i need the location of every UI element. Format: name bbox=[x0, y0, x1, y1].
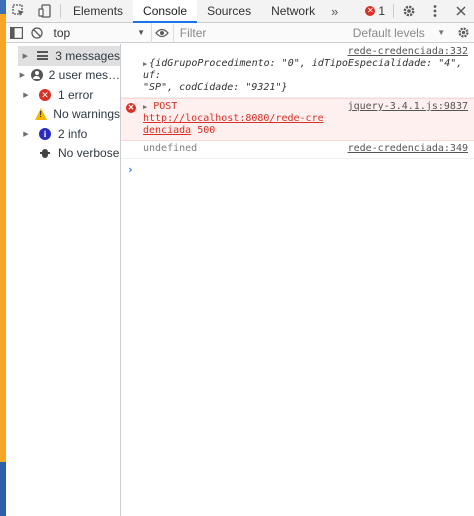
sidebar-item-label: 1 error bbox=[58, 87, 94, 102]
error-icon: ✕ bbox=[365, 6, 376, 16]
error-line-cont: denciada 500 bbox=[143, 125, 468, 137]
tab-sources[interactable]: Sources bbox=[197, 0, 261, 22]
request-method: POST bbox=[153, 101, 178, 112]
sidebar-item-label: 3 messages bbox=[55, 48, 120, 63]
tab-network[interactable]: Network bbox=[261, 0, 325, 22]
console-message-log: rede-credenciada:332 ▶ {idGrupoProcedimen… bbox=[121, 44, 474, 98]
tabbar-divider-right bbox=[393, 4, 394, 18]
console-output: rede-credenciada:332 ▶ {idGrupoProcedimen… bbox=[121, 44, 474, 516]
kebab-menu-icon[interactable] bbox=[422, 0, 448, 22]
devtools-panel: Elements Console Sources Network » ✕ 1 t… bbox=[6, 0, 474, 516]
console-settings-gear-icon[interactable] bbox=[453, 26, 474, 39]
user-icon bbox=[30, 68, 43, 82]
bug-icon bbox=[38, 146, 52, 160]
error-count-label: 1 bbox=[378, 4, 385, 18]
context-value: top bbox=[53, 25, 71, 40]
log-levels-label: Default levels bbox=[352, 25, 425, 40]
console-prompt[interactable]: › bbox=[121, 159, 474, 180]
log-levels-dropdown[interactable]: Default levels ▼ bbox=[341, 23, 453, 43]
object-preview-line2: "SP", codCidade: "9321"} bbox=[143, 82, 288, 93]
devtools-tabbar: Elements Console Sources Network » ✕ 1 bbox=[6, 0, 474, 23]
expand-arrow-icon[interactable]: ▶ bbox=[18, 130, 34, 138]
source-link[interactable]: rede-credenciada:349 bbox=[348, 143, 468, 155]
console-message-error: ✕ jquery-3.4.1.js:9837 ▶ POST http://loc… bbox=[121, 98, 474, 141]
error-counter[interactable]: ✕ 1 bbox=[359, 0, 391, 22]
expand-triangle-icon[interactable]: ▶ bbox=[143, 103, 147, 111]
context-select[interactable]: top ▼ bbox=[48, 22, 153, 43]
list-icon bbox=[37, 49, 50, 63]
object-preview-line1: {idGrupoProcedimento: "0", idTipoEspecia… bbox=[143, 58, 463, 81]
source-link[interactable]: jquery-3.4.1.js:9837 bbox=[348, 101, 468, 113]
tabbar-spacer bbox=[344, 0, 359, 22]
sidebar-item-label: No warnings bbox=[53, 107, 120, 122]
close-icon[interactable] bbox=[448, 0, 474, 22]
tab-elements[interactable]: Elements bbox=[63, 0, 133, 22]
object-preview[interactable]: ▶ {idGrupoProcedimento: "0", idTipoEspeci… bbox=[143, 58, 468, 82]
inspect-element-icon[interactable] bbox=[6, 0, 32, 22]
sidebar-item-errors[interactable]: ▶ ✕ 1 error bbox=[18, 85, 120, 105]
result-value: undefined bbox=[143, 143, 198, 154]
error-icon: ✕ bbox=[38, 88, 52, 102]
sidebar-item-messages[interactable]: ▶ 3 messages bbox=[18, 46, 120, 66]
request-url[interactable]: http://localhost:8080/rede-cre bbox=[143, 113, 324, 124]
filter-input[interactable] bbox=[172, 23, 341, 42]
tab-console[interactable]: Console bbox=[133, 0, 198, 23]
tabbar-divider bbox=[60, 4, 61, 18]
expand-arrow-icon[interactable]: ▶ bbox=[18, 91, 34, 99]
source-link[interactable]: rede-credenciada:332 bbox=[348, 46, 468, 58]
sidebar-item-label: No verbose bbox=[58, 146, 120, 161]
info-icon: i bbox=[38, 127, 52, 141]
chevron-down-icon: ▼ bbox=[437, 28, 446, 37]
sidebar-item-user-messages[interactable]: ▶ 2 user mes… bbox=[18, 66, 120, 86]
settings-gear-icon[interactable] bbox=[396, 0, 422, 22]
device-toolbar-icon[interactable] bbox=[32, 0, 58, 22]
more-tabs-button[interactable]: » bbox=[325, 0, 344, 22]
expand-arrow-icon[interactable]: ▶ bbox=[18, 52, 33, 60]
status-code: 500 bbox=[197, 125, 216, 136]
prompt-chevron-icon: › bbox=[127, 163, 134, 176]
expand-triangle-icon[interactable]: ▶ bbox=[143, 60, 147, 68]
sidebar-item-verbose[interactable]: No verbose bbox=[18, 144, 120, 164]
console-toolbar: top ▼ Default levels ▼ bbox=[6, 22, 474, 43]
error-icon: ✕ bbox=[126, 103, 136, 113]
request-url-cont[interactable]: denciada bbox=[143, 125, 191, 136]
chevron-down-icon: ▼ bbox=[137, 28, 146, 37]
live-expression-eye-icon[interactable] bbox=[152, 23, 173, 43]
show-sidebar-icon[interactable] bbox=[6, 23, 27, 43]
sidebar-item-warnings[interactable]: ! No warnings bbox=[18, 105, 120, 125]
warning-icon: ! bbox=[35, 107, 48, 121]
console-message-result: rede-credenciada:349 undefined bbox=[121, 141, 474, 159]
clear-console-icon[interactable] bbox=[27, 23, 48, 43]
sidebar-item-info[interactable]: ▶ i 2 info bbox=[18, 124, 120, 144]
console-sidebar: ▶ 3 messages ▶ 2 user mes… ▶ ✕ 1 error !… bbox=[18, 44, 121, 516]
sidebar-item-label: 2 info bbox=[58, 126, 88, 141]
object-preview-cont: "SP", codCidade: "9321"} bbox=[143, 82, 468, 94]
expand-arrow-icon[interactable]: ▶ bbox=[18, 71, 27, 79]
sidebar-item-label: 2 user mes… bbox=[48, 68, 120, 83]
